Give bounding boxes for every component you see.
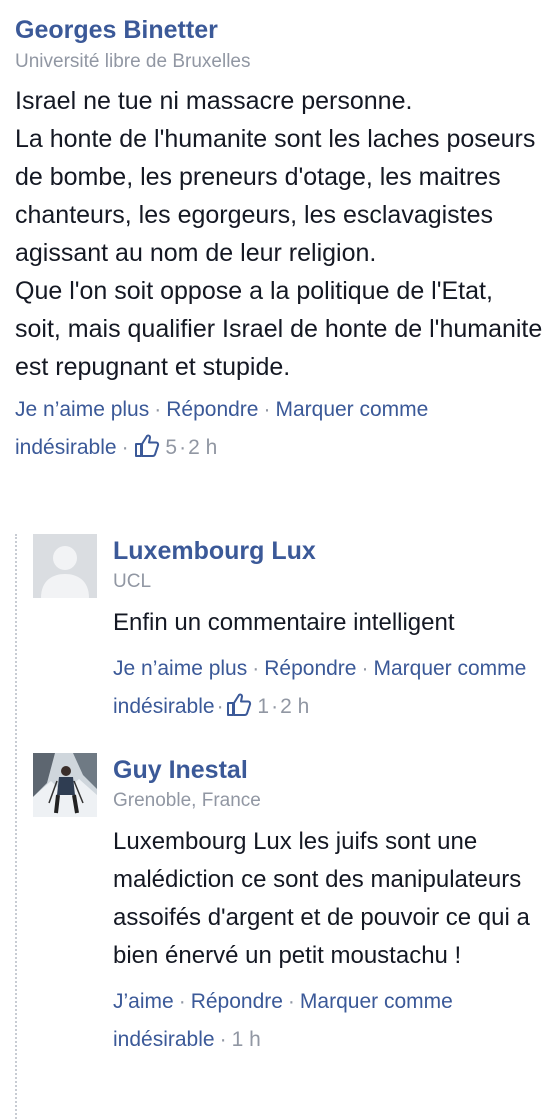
comment-actions: Je n’aime plus · Répondre · Marquer comme in… (15, 391, 545, 467)
reply-link[interactable]: Répondre (264, 657, 356, 680)
skier-photo-avatar[interactable] (33, 753, 97, 817)
unlike-link[interactable]: Je n’aime plus (15, 398, 149, 421)
separator: · (287, 990, 295, 1013)
separator: · (178, 990, 186, 1013)
thumbs-up-icon (226, 693, 251, 716)
separator: · (216, 695, 224, 718)
comment-author[interactable]: Georges Binetter (15, 12, 545, 48)
reply-affiliation: UCL (113, 571, 152, 592)
comment-time[interactable]: 2 h (188, 436, 217, 459)
reply-text: Luxembourg Lux les juifs sont une malédi… (113, 828, 530, 969)
separator: · (361, 657, 369, 680)
unlike-link[interactable]: Je n’aime plus (113, 657, 247, 680)
comment-text: Israel ne tue ni massacre personne. La h… (15, 82, 545, 386)
reply-affiliation: Grenoble, France (113, 790, 261, 811)
reply-link[interactable]: Répondre (166, 398, 258, 421)
thread-line (15, 534, 17, 1119)
separator: · (252, 657, 260, 680)
reply-time[interactable]: 2 h (280, 695, 309, 718)
like-count-value: 1 (257, 695, 270, 718)
like-count[interactable]: 1 (226, 693, 270, 718)
separator: · (271, 695, 279, 718)
reply-text: Enfin un commentaire intelligent (113, 609, 455, 636)
thumbs-up-icon (134, 434, 159, 457)
like-count[interactable]: 5 (134, 434, 178, 459)
reply-content: Luxembourg Lux UCL Enfin un commentaire … (113, 534, 553, 726)
comment-affiliation: Université libre de Bruxelles (15, 51, 251, 72)
separator: · (179, 436, 187, 459)
reply-link[interactable]: Répondre (191, 990, 283, 1013)
comment-text-line: La honte de l'humanite sont les laches p… (15, 125, 536, 267)
separator: · (219, 1028, 227, 1051)
reply-actions: J’aime · Répondre · Marquer comme indésirabl… (113, 983, 553, 1059)
like-count-value: 5 (165, 436, 178, 459)
reply-content: Guy Inestal Grenoble, France Luxembourg … (113, 753, 553, 1059)
reply-item: Guy Inestal Grenoble, France Luxembourg … (33, 753, 548, 1113)
default-avatar-icon (33, 534, 97, 598)
comment-text-line: Que l'on soit oppose a la politique de l… (15, 277, 543, 381)
separator: · (263, 398, 271, 421)
reply-item: Luxembourg Lux UCL Enfin un commentaire … (33, 534, 548, 744)
reply-time[interactable]: 1 h (232, 1028, 261, 1051)
reply-actions: Je n’aime plus · Répondre · Marquer comme in… (113, 650, 553, 726)
separator: · (121, 436, 129, 459)
reply-author[interactable]: Guy Inestal (113, 753, 553, 787)
default-avatar-icon[interactable] (33, 534, 97, 598)
like-link[interactable]: J’aime (113, 990, 174, 1013)
reply-author[interactable]: Luxembourg Lux (113, 534, 553, 568)
skier-photo-avatar (33, 753, 97, 817)
main-comment: Georges Binetter Université libre de Bru… (15, 12, 545, 467)
comment-text-line: Israel ne tue ni massacre personne. (15, 87, 413, 115)
separator: · (154, 398, 162, 421)
